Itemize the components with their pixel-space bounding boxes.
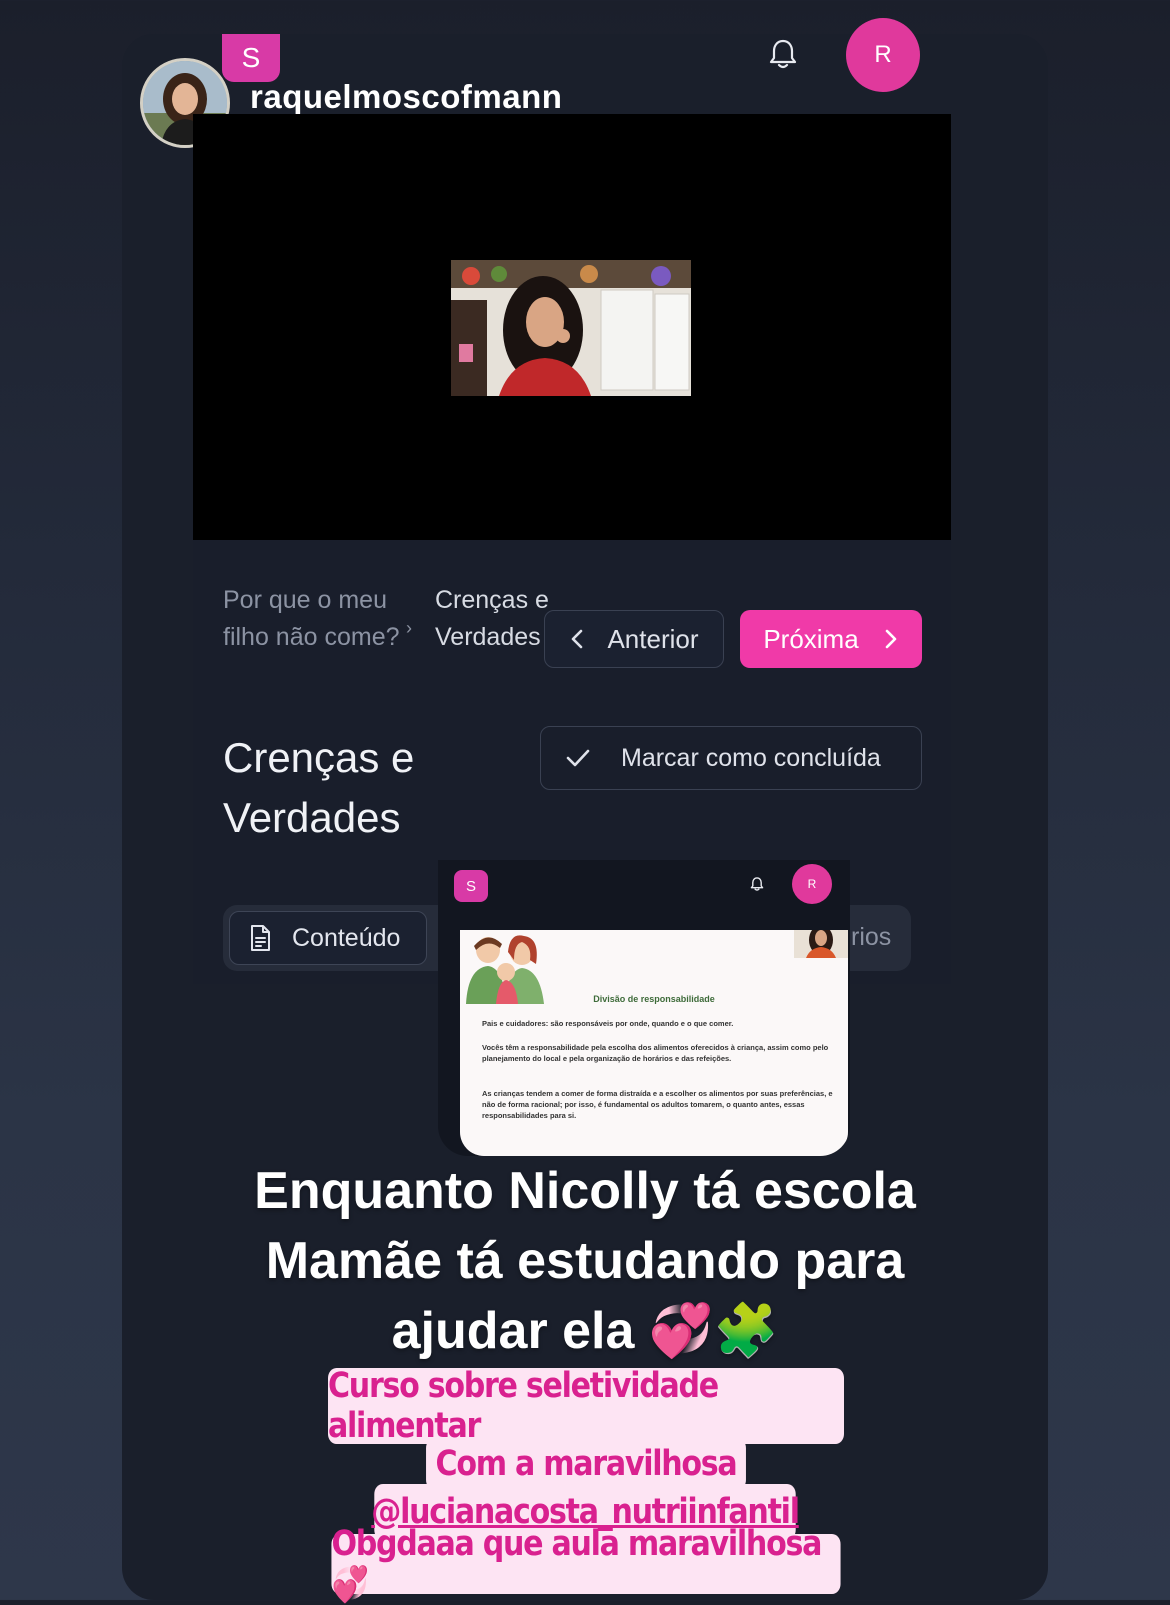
bell-icon[interactable] (768, 38, 798, 75)
slide-paragraph-2: Vocês têm a responsabilidade pela escolh… (482, 1043, 829, 1063)
sticker-line-2: Com a maravilhosa (426, 1438, 746, 1490)
inner-bell-icon-svg (750, 877, 764, 891)
app-logo[interactable]: S (222, 34, 280, 82)
mark-complete-button[interactable]: Marcar como concluída (540, 726, 922, 790)
inner-app-logo-letter: S (465, 877, 476, 895)
presentation-slide: Divisão de responsabilidade Pais e cuida… (460, 930, 848, 1156)
inner-app-logo[interactable]: S (454, 870, 488, 902)
document-icon (251, 925, 270, 951)
inner-bell-icon[interactable] (750, 876, 764, 897)
app-logo-letter: S (241, 42, 261, 73)
instructor-video-art (451, 260, 691, 396)
breadcrumb-separator: › (406, 618, 412, 638)
caption-line-2: Mamãe tá estudando para (265, 1232, 905, 1290)
story-username[interactable]: raquelmoscofmann (250, 78, 562, 116)
story-caption: Enquanto Nicolly tá escola Mamãe tá estu… (0, 1156, 1170, 1366)
tab-content[interactable]: Conteúdo (229, 911, 427, 965)
slide-paragraph-3: As crianças tendem a comer de forma dist… (482, 1089, 833, 1120)
check-icon (566, 749, 590, 767)
caption-line-1: Enquanto Nicolly tá escola (254, 1162, 916, 1220)
slide-paragraph-1: Pais e cuidadores: são responsáveis por … (482, 1019, 734, 1028)
next-button[interactable]: Próxima (740, 610, 922, 668)
video-player[interactable] (193, 114, 951, 540)
breadcrumb-course[interactable]: Por que o meu filho não come? (223, 582, 413, 656)
inner-user-avatar-letter: R (807, 877, 817, 891)
chevron-left-icon (572, 629, 583, 649)
inner-screenshot: S R Divisão de responsabilidade Pais e c… (438, 860, 850, 1156)
tab-content-label: Conteúdo (292, 923, 401, 952)
chevron-right-icon (885, 629, 896, 649)
user-avatar-letter: R (874, 41, 892, 68)
lesson-title: Crenças e Verdades (223, 734, 415, 841)
previous-button[interactable]: Anterior (544, 610, 724, 668)
inner-user-avatar[interactable]: R (792, 864, 832, 904)
mark-complete-label: Marcar como concluída (621, 743, 881, 772)
tab-comments[interactable]: rios (851, 923, 891, 952)
next-button-label: Próxima (763, 623, 859, 654)
sticker-line-1: Curso sobre seletividade alimentar (328, 1366, 844, 1446)
breadcrumb-current-lesson: Crenças e Verdades (435, 586, 549, 651)
previous-button-label: Anterior (607, 623, 699, 654)
sticker-line-4: Obgdaaa que aula maravilhosa 💞 (331, 1524, 841, 1605)
caption-line-3: ajudar ela 💞🧩 (391, 1302, 779, 1360)
instructor-pip-video[interactable] (794, 930, 848, 958)
video-frame[interactable] (451, 260, 691, 396)
slide-title: Divisão de responsabilidade (593, 994, 715, 1004)
user-avatar[interactable]: R (846, 18, 920, 92)
bell-icon-svg (769, 39, 797, 69)
